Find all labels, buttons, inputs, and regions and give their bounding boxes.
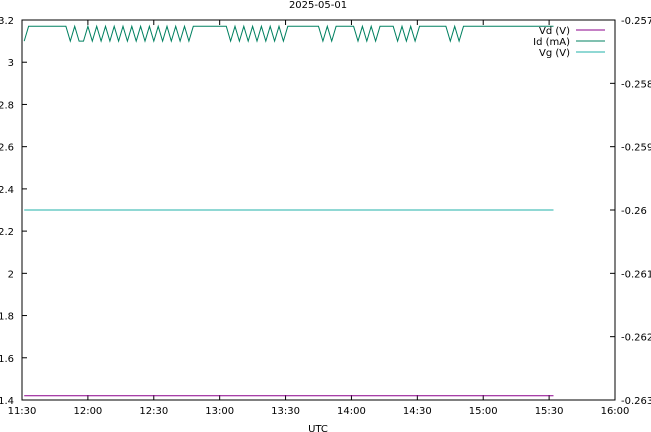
y-right-tick-label: -0.262 — [621, 333, 651, 344]
legend-label-vg-v: Vg (V) — [539, 48, 570, 59]
y-left-tick-label: 2.8 — [0, 100, 14, 111]
x-tick-label: 12:30 — [139, 406, 168, 417]
y-left-tick-label: 3.2 — [0, 16, 14, 27]
y-right-tick-label: -0.259 — [621, 143, 651, 154]
x-tick-label: 14:00 — [337, 406, 366, 417]
x-tick-label: 15:00 — [469, 406, 498, 417]
x-tick-label: 12:00 — [73, 406, 102, 417]
x-tick-label: 13:30 — [271, 406, 300, 417]
x-tick-label: 16:00 — [601, 406, 630, 417]
y-right-tick-label: -0.263 — [621, 396, 651, 407]
y-left-tick-label: 2.6 — [0, 143, 14, 154]
x-tick-label: 13:00 — [205, 406, 234, 417]
y-right-tick-label: -0.257 — [621, 16, 651, 27]
y-right-tick-label: -0.258 — [621, 79, 651, 90]
y-left-tick-label: 1.6 — [0, 354, 14, 365]
y-left-tick-label: 3 — [8, 58, 14, 69]
legend-label-id-ma: Id (mA) — [533, 37, 570, 48]
y-left-tick-label: 2.2 — [0, 227, 14, 238]
y-right-tick-label: -0.26 — [621, 206, 647, 217]
chart-title: 2025-05-01 — [289, 0, 347, 11]
y-right-tick-label: -0.261 — [621, 269, 651, 280]
y-left-tick-label: 2.4 — [0, 185, 14, 196]
x-tick-label: 15:30 — [535, 406, 564, 417]
legend-label-vd-v: Vd (V) — [539, 26, 570, 37]
x-tick-label: 11:30 — [8, 406, 37, 417]
chart: 2025-05-01 11:30 12:00 12:30 13:00 13:30 14:0… — [0, 0, 651, 432]
chart-background — [0, 0, 651, 432]
y-left-tick-label: 1.4 — [0, 396, 14, 407]
y-left-tick-label: 1.8 — [0, 312, 14, 323]
y-left-tick-label: 2 — [8, 269, 14, 280]
x-tick-label: 14:30 — [403, 406, 432, 417]
x-axis-label: UTC — [308, 424, 328, 432]
